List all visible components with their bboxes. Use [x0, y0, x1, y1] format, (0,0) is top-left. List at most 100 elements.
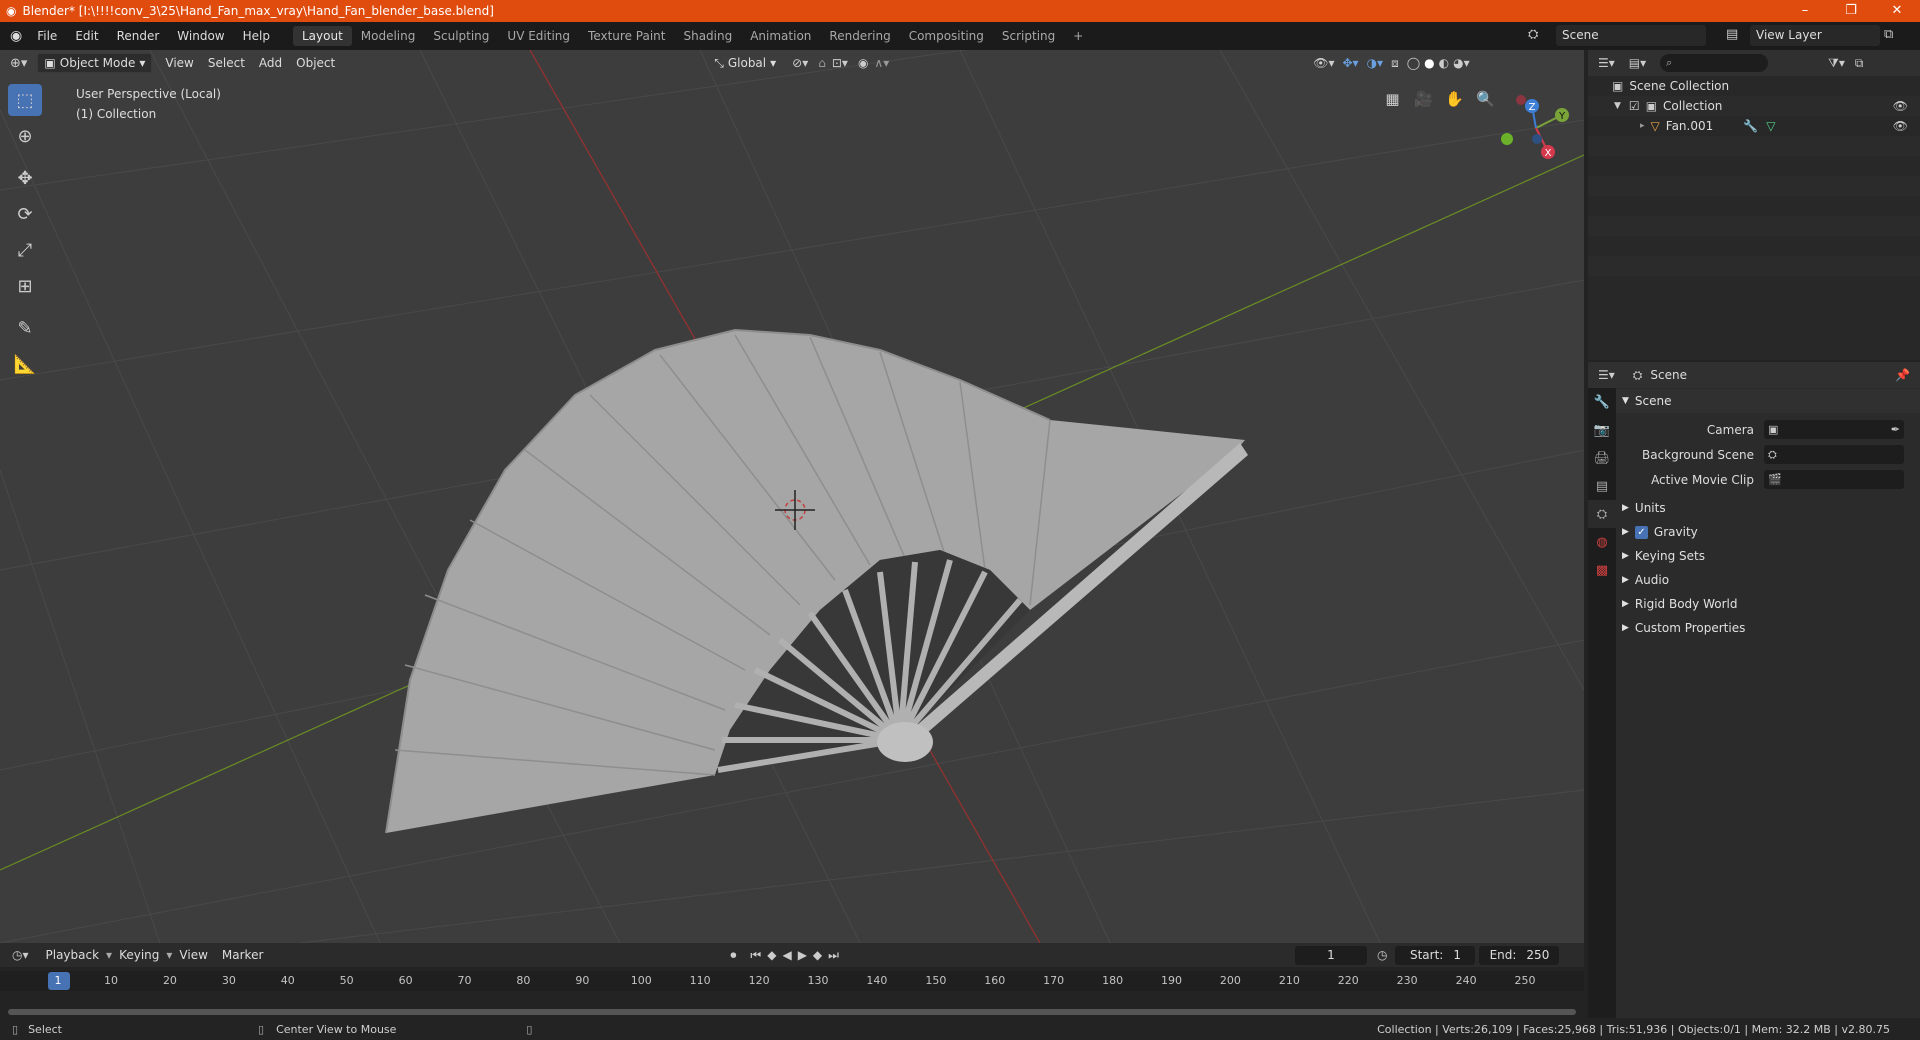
scene-tab-icon[interactable]: ⛭ [1588, 500, 1616, 528]
outliner-row-collection[interactable]: ▼ ☑ ▣ Collection 👁 [1588, 96, 1920, 116]
scale-tool[interactable]: ⤢ [8, 234, 42, 266]
editor-type-icon[interactable]: ⊕▾ [10, 56, 27, 71]
eye-icon[interactable]: 👁 [1893, 119, 1908, 133]
play-icon[interactable]: ▶ [798, 948, 807, 962]
gizmo-toggle-icon[interactable]: ✥▾ [1343, 56, 1359, 70]
snap-icon[interactable]: ⌂ [818, 56, 826, 70]
next-keyframe-icon[interactable]: ◆ [813, 948, 822, 962]
tab-rendering[interactable]: Rendering [820, 26, 899, 46]
tab-sculpting[interactable]: Sculpting [424, 26, 498, 46]
jump-end-icon[interactable]: ⏭ [828, 948, 839, 963]
move-tool[interactable]: ✥ [8, 162, 42, 194]
menu-marker[interactable]: Marker [215, 948, 270, 962]
blender-menu-icon[interactable]: ◉ [10, 28, 22, 44]
checkbox-icon[interactable]: ☑ [1629, 99, 1640, 113]
annotate-tool[interactable]: ✎ [8, 312, 42, 344]
view-layer-icon[interactable]: ▤ [1726, 27, 1738, 42]
menu-render[interactable]: Render [108, 29, 169, 43]
scene-selector[interactable]: Scene [1556, 25, 1706, 46]
active-movie-clip-field[interactable]: 🎬 [1764, 470, 1904, 489]
xray-icon[interactable]: ⧈ [1391, 56, 1399, 71]
tab-scripting[interactable]: Scripting [993, 26, 1064, 46]
display-mode-icon[interactable]: ▤▾ [1629, 56, 1646, 70]
menu-window[interactable]: Window [168, 29, 233, 43]
tab-modeling[interactable]: Modeling [352, 26, 425, 46]
units-panel-header[interactable]: ▶ Units [1616, 496, 1920, 520]
outliner-row-fan[interactable]: ▸ ▽ Fan.001 🔧 ▽ 👁 [1588, 116, 1920, 136]
gravity-panel-header[interactable]: ▶ ✓ Gravity [1616, 520, 1920, 544]
output-tab-icon[interactable]: 🖨 [1588, 444, 1616, 472]
jump-start-icon[interactable]: ⏮ [750, 948, 761, 963]
measure-tool[interactable]: 📐 [8, 348, 42, 380]
view-layer-tab-icon[interactable]: ▤ [1588, 472, 1616, 500]
background-scene-field[interactable]: ⛭ [1764, 445, 1904, 464]
material-shading-icon[interactable]: ◐ [1439, 56, 1449, 70]
new-collection-icon[interactable]: ⧉ [1855, 56, 1864, 71]
expand-arrow-icon[interactable]: ▸ [1640, 121, 1645, 131]
audio-panel-header[interactable]: ▶ Audio [1616, 568, 1920, 592]
play-reverse-icon[interactable]: ◀ [782, 948, 791, 962]
custom-properties-panel-header[interactable]: ▶ Custom Properties [1616, 616, 1920, 640]
camera-field[interactable]: ▣ ✒ [1764, 420, 1904, 439]
solid-shading-icon[interactable]: ● [1424, 56, 1434, 70]
outliner-editor-icon[interactable]: ☰▾ [1598, 56, 1615, 70]
timeline-ruler[interactable]: 1 10 20 30 40 50 60 70 80 90 100 110 120 130 140 150 160… [0, 971, 1584, 991]
outliner-search-input[interactable]: ⌕ [1660, 54, 1769, 72]
tab-animation[interactable]: Animation [741, 26, 820, 46]
rotate-tool[interactable]: ⟳ [8, 198, 42, 230]
pin-icon[interactable]: 📌 [1895, 368, 1910, 382]
menu-keying[interactable]: Keying [112, 948, 166, 962]
add-workspace-button[interactable]: + [1064, 26, 1092, 46]
filter-icon[interactable]: ⧩▾ [1828, 56, 1845, 71]
rigid-body-world-panel-header[interactable]: ▶ Rigid Body World [1616, 592, 1920, 616]
proportional-edit-icon[interactable]: ◉ [858, 56, 868, 70]
tab-compositing[interactable]: Compositing [900, 26, 993, 46]
properties-editor-icon[interactable]: ☰▾ [1598, 368, 1615, 382]
tab-layout[interactable]: Layout [292, 26, 352, 46]
overlay-toggle-icon[interactable]: ◑▾ [1367, 56, 1384, 70]
world-tab-icon[interactable]: ◍ [1588, 528, 1616, 556]
menu-help[interactable]: Help [234, 29, 279, 43]
scene-icon[interactable]: ⛭ [1528, 27, 1538, 42]
scene-panel-header[interactable]: ▼ Scene [1616, 389, 1920, 413]
close-button[interactable]: ✕ [1874, 0, 1920, 22]
pivot-icon[interactable]: ⊘▾ [792, 56, 808, 70]
texture-tab-icon[interactable]: ▩ [1588, 556, 1616, 584]
minimize-button[interactable]: – [1782, 0, 1828, 22]
snap-target-icon[interactable]: ⊡▾ [832, 56, 848, 70]
gravity-checkbox-icon[interactable]: ✓ [1634, 525, 1648, 539]
keying-sets-panel-header[interactable]: ▶ Keying Sets [1616, 544, 1920, 568]
eye-icon[interactable]: 👁 [1893, 99, 1908, 113]
zoom-view-icon[interactable]: 🔍 [1473, 86, 1498, 111]
start-frame-field[interactable]: Start: 1 [1395, 945, 1476, 965]
clock-icon[interactable]: ◷ [1377, 948, 1387, 962]
menu-select[interactable]: Select [201, 56, 252, 70]
timeline-scrollbar[interactable] [8, 1009, 1576, 1015]
end-frame-field[interactable]: End: 250 [1479, 945, 1560, 965]
rendered-shading-icon[interactable]: ◕▾ [1453, 56, 1470, 70]
wireframe-shading-icon[interactable]: ◯ [1407, 56, 1420, 70]
expand-arrow-icon[interactable]: ▼ [1614, 101, 1621, 111]
tool-tab-icon[interactable]: 🔧 [1588, 388, 1616, 416]
falloff-icon[interactable]: ∧▾ [874, 56, 889, 70]
menu-playback[interactable]: Playback [39, 948, 107, 962]
tab-shading[interactable]: Shading [674, 26, 741, 46]
timeline-editor-icon[interactable]: ◷▾ [12, 948, 29, 962]
pan-view-icon[interactable]: ✋ [1442, 86, 1467, 111]
grid-view-icon[interactable]: ▦ [1380, 86, 1405, 111]
current-frame-field[interactable]: 1 [1294, 945, 1367, 965]
visibility-icon[interactable]: 👁▾ [1313, 56, 1334, 70]
orientation-dropdown[interactable]: ⤡ Global ▾ [708, 53, 782, 73]
menu-edit[interactable]: Edit [66, 29, 107, 43]
cursor-tool[interactable]: ⊕ [8, 120, 42, 152]
menu-object[interactable]: Object [289, 56, 342, 70]
menu-view[interactable]: View [158, 56, 200, 70]
tab-uv-editing[interactable]: UV Editing [498, 26, 579, 46]
eyedropper-icon[interactable]: ✒ [1891, 423, 1900, 436]
prev-keyframe-icon[interactable]: ◆ [767, 948, 776, 962]
new-view-layer-icon[interactable]: ⧉ [1884, 27, 1893, 42]
menu-view[interactable]: View [172, 948, 214, 962]
select-box-tool[interactable]: ⬚ [8, 84, 42, 116]
mode-dropdown[interactable]: ▣ Object Mode ▾ [37, 53, 153, 73]
menu-add[interactable]: Add [252, 56, 289, 70]
